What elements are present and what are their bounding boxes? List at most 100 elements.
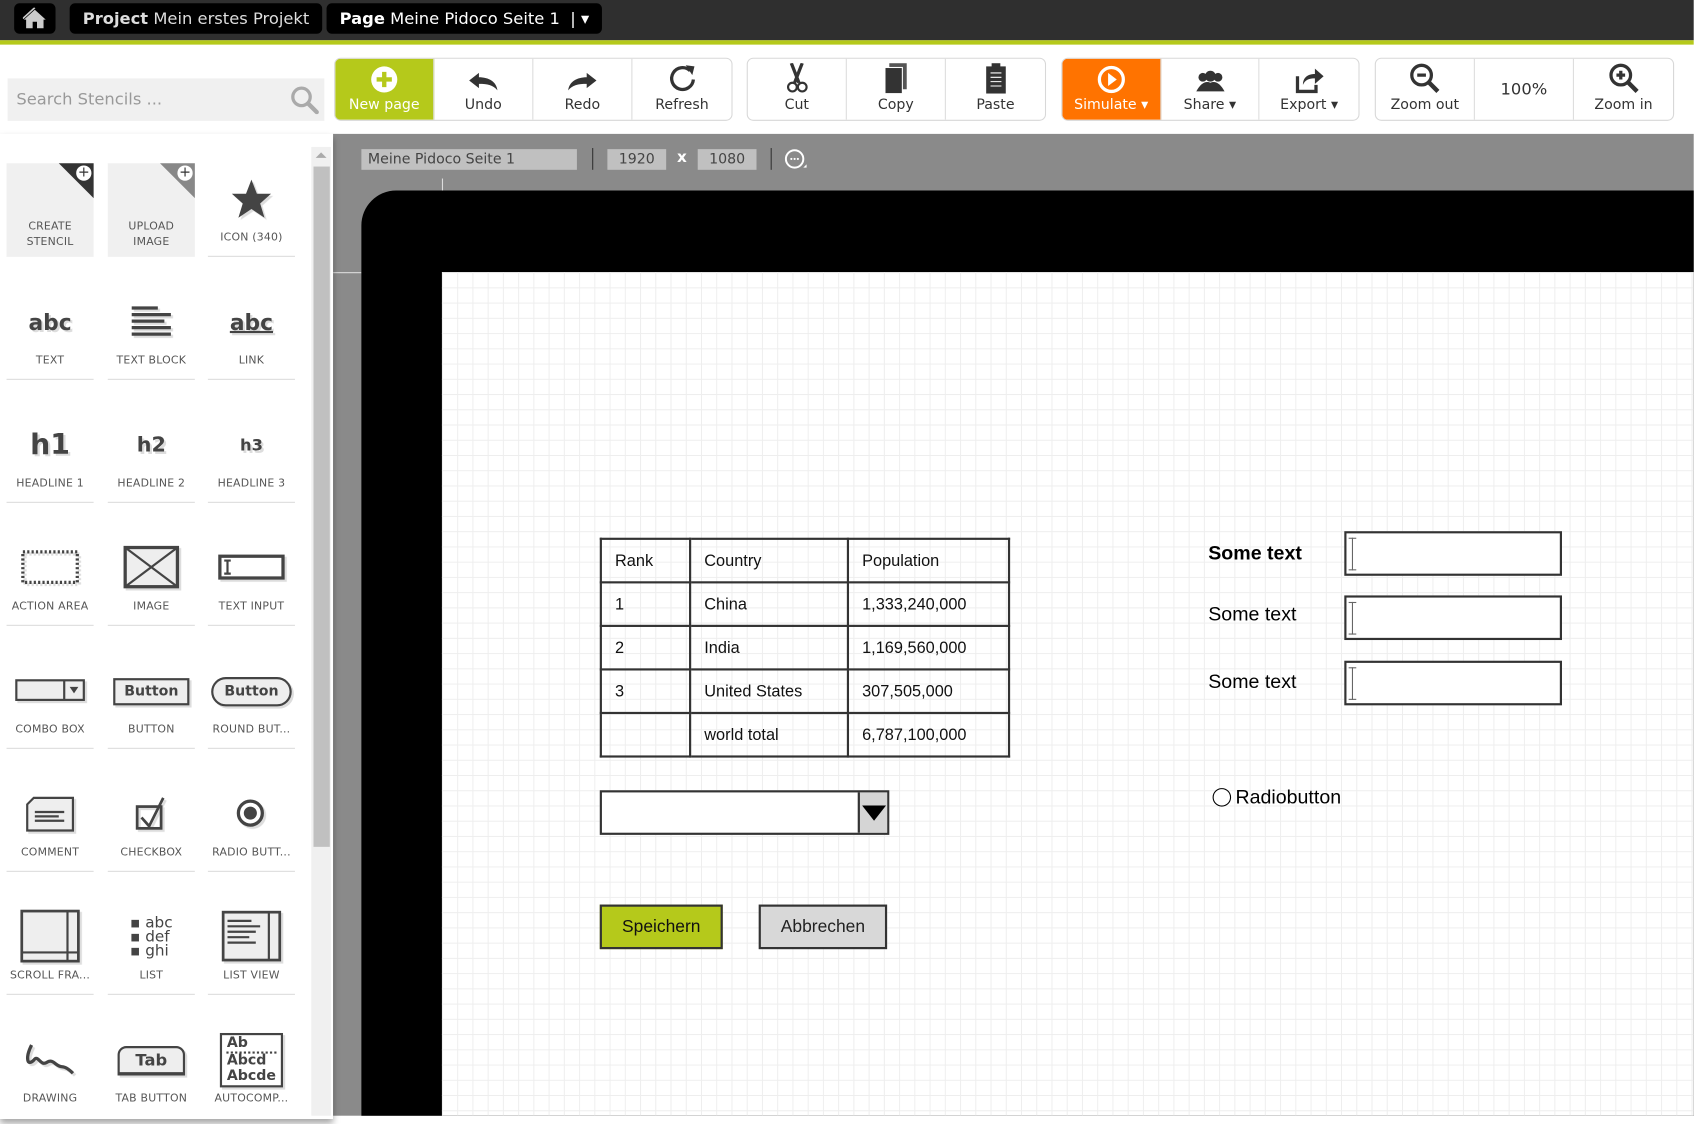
- share-label: Share ▾: [1183, 96, 1237, 114]
- table-row: 1 China 1,333,240,000: [599, 581, 1011, 627]
- table-header-row: Rank Country Population: [599, 537, 1011, 584]
- stencil-label: TAB BUTTON: [115, 1092, 188, 1105]
- page-name-input[interactable]: Meine Pidoco Seite 1: [361, 149, 577, 170]
- table-header: Population: [846, 537, 1011, 584]
- stencil-label: TEXT INPUT: [218, 600, 285, 613]
- project-selector[interactable]: Project Mein erstes Projekt: [69, 3, 323, 34]
- page-selector[interactable]: Page Meine Pidoco Seite 1 | ▾: [326, 3, 603, 34]
- radio-button[interactable]: [1212, 788, 1232, 807]
- undo-label: Undo: [464, 96, 502, 114]
- stencil-label: RADIO BUTT...: [212, 846, 291, 859]
- text-input[interactable]: [1344, 595, 1562, 641]
- stencil-label: CREATE STENCIL: [26, 220, 74, 249]
- zoom-in-button[interactable]: Zoom in: [1574, 59, 1673, 120]
- stencil-text-block[interactable]: TEXT BLOCK: [107, 286, 195, 380]
- stencil-search-input[interactable]: Search Stencils ...: [7, 78, 325, 121]
- stencil-checkbox[interactable]: CHECKBOX: [107, 778, 195, 872]
- cut-button[interactable]: Cut: [748, 58, 847, 120]
- refresh-button[interactable]: Refresh: [632, 59, 731, 120]
- share-toolbar-group: Simulate ▾ Share ▾ Export ▾: [1061, 57, 1360, 121]
- save-button[interactable]: Speichern: [599, 904, 723, 950]
- image-icon: [123, 537, 180, 600]
- stencil-star[interactable]: ICON (340): [207, 163, 295, 257]
- home-button[interactable]: [14, 3, 56, 34]
- stencil-label: ROUND BUT...: [212, 723, 291, 736]
- table-cell: 2: [599, 624, 692, 671]
- stencil-label: ACTION AREA: [11, 600, 89, 613]
- stencil-label: TEXT: [35, 354, 65, 367]
- combo-box-icon: [14, 660, 86, 723]
- stencil-round-button[interactable]: Button ROUND BUT...: [207, 655, 295, 749]
- search-icon[interactable]: [291, 86, 319, 115]
- ruler-marker: [441, 178, 444, 191]
- stencil-h2[interactable]: h2 HEADLINE 2: [107, 409, 195, 503]
- edit-toolbar-group: New page Undo Redo Refresh: [334, 57, 733, 121]
- round-button-icon: Button: [211, 660, 292, 723]
- page-width-input[interactable]: 1920: [607, 149, 667, 170]
- stencil-label: COMMENT: [20, 846, 80, 859]
- stencil-create-stencil[interactable]: + CREATE STENCIL: [6, 163, 94, 257]
- combo-box[interactable]: [599, 790, 890, 835]
- data-table[interactable]: Rank Country Population 1 China 1,333,240,…: [599, 537, 1011, 758]
- text-cursor-icon: [1348, 601, 1357, 635]
- redo-button[interactable]: Redo: [533, 58, 633, 120]
- drawing-icon: [23, 1029, 77, 1092]
- undo-button[interactable]: Undo: [434, 58, 534, 120]
- stencil-label: SCROLL FRA...: [10, 969, 91, 982]
- stencil-action-area[interactable]: ACTION AREA: [6, 532, 94, 626]
- stencil-tab-button[interactable]: Tab TAB BUTTON: [108, 1024, 195, 1115]
- zoom-out-button[interactable]: Zoom out: [1376, 58, 1475, 120]
- stencil-button[interactable]: Button BUTTON: [107, 655, 195, 749]
- stencil-h1[interactable]: h1 HEADLINE 1: [6, 409, 94, 503]
- text-input[interactable]: [1344, 660, 1562, 706]
- stencil-panel: + CREATE STENCIL + UPLOAD IMAGE ICON (340) ab…: [0, 133, 312, 1116]
- stencil-radio-button[interactable]: RADIO BUTT...: [207, 778, 295, 872]
- page-height-input[interactable]: 1080: [697, 149, 757, 170]
- text-input-icon: [218, 537, 285, 600]
- stencil-scroll-frame[interactable]: SCROLL FRA...: [6, 901, 94, 995]
- divider: [592, 148, 594, 170]
- stencil-list-view[interactable]: LIST VIEW: [207, 901, 295, 995]
- table-cell: China: [689, 581, 850, 627]
- simulate-button[interactable]: Simulate ▾: [1062, 58, 1162, 120]
- list-icon: ▪ abc ▪ def ▪ ghi: [130, 913, 173, 960]
- stencil-text[interactable]: abc TEXT: [6, 286, 94, 380]
- text-input[interactable]: [1344, 531, 1562, 576]
- zoom-toolbar-group: Zoom out 100% Zoom in: [1374, 57, 1675, 121]
- stencil-comment[interactable]: COMMENT: [6, 778, 94, 872]
- stencil-label: IMAGE: [133, 600, 170, 613]
- stencil-scrollbar-thumb[interactable]: [313, 166, 330, 847]
- table-cell: United States: [689, 668, 850, 715]
- zoom-out-label: Zoom out: [1390, 96, 1460, 114]
- export-icon: [1295, 68, 1324, 94]
- stencil-image[interactable]: IMAGE: [107, 532, 195, 626]
- stencil-upload-image[interactable]: + UPLOAD IMAGE: [107, 163, 195, 257]
- star-icon: [230, 168, 274, 231]
- stencil-label: ICON (340): [220, 231, 283, 244]
- stencil-h3[interactable]: h3 HEADLINE 3: [207, 409, 295, 503]
- page-dropdown-icon[interactable]: | ▾: [570, 9, 589, 29]
- new-page-button[interactable]: New page: [335, 58, 435, 120]
- zoom-level: 100%: [1475, 58, 1574, 120]
- h2-icon: h2: [136, 433, 166, 458]
- stencil-drawing[interactable]: DRAWING: [7, 1024, 94, 1115]
- stencil-text-input[interactable]: TEXT INPUT: [207, 532, 295, 626]
- stencil-autocomplete[interactable]: Ab Abcd Abcde AUTOCOMP...: [208, 1024, 295, 1115]
- copy-button[interactable]: Copy: [847, 58, 946, 120]
- checkbox-icon: [135, 783, 168, 846]
- scroll-up-arrow-icon[interactable]: [315, 152, 327, 158]
- stencil-label: HEADLINE 3: [217, 477, 286, 490]
- share-button[interactable]: Share ▾: [1161, 58, 1260, 120]
- stencil-link[interactable]: abc LINK: [207, 286, 295, 380]
- stencil-combo-box[interactable]: COMBO BOX: [6, 655, 94, 749]
- stencil-label: CHECKBOX: [120, 846, 183, 859]
- stencil-label: TEXT BLOCK: [116, 354, 187, 367]
- combo-box-dropdown-button[interactable]: [857, 792, 888, 833]
- comment-icon: [25, 783, 75, 846]
- export-button[interactable]: Export ▾: [1260, 59, 1359, 120]
- more-options-icon[interactable]: [784, 148, 808, 172]
- stencil-list[interactable]: ▪ abc ▪ def ▪ ghi LIST: [107, 901, 195, 995]
- form-label: Some text: [1208, 603, 1297, 625]
- paste-button[interactable]: Paste: [946, 59, 1045, 120]
- cancel-button[interactable]: Abbrechen: [758, 904, 888, 950]
